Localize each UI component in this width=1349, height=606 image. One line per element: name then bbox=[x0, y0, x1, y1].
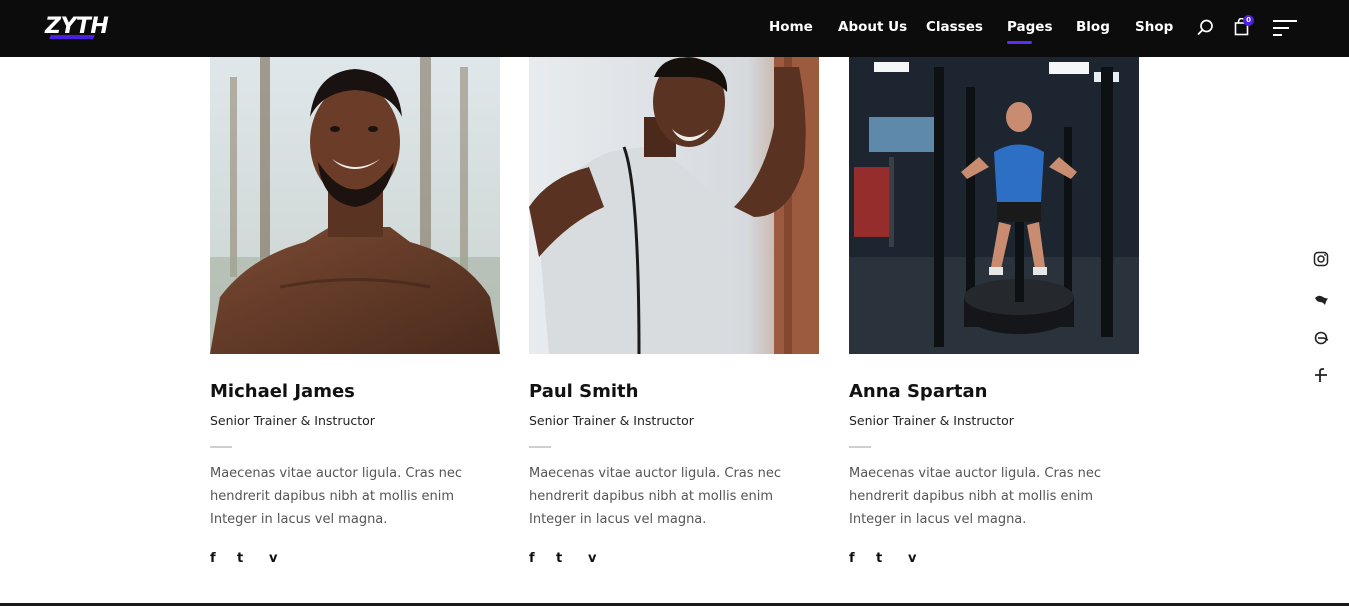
trainer-description: Maecenas vitae auctor ligula. Cras nec h… bbox=[849, 466, 1102, 527]
cart-count-badge: 0 bbox=[1243, 15, 1254, 26]
trainer-photo[interactable] bbox=[849, 57, 1139, 354]
nav-item-classes[interactable]: Classes bbox=[926, 17, 983, 37]
trainer-role: Senior Trainer & Instructor bbox=[210, 413, 375, 428]
trainer-role: Senior Trainer & Instructor bbox=[849, 413, 1014, 428]
search-icon[interactable] bbox=[1197, 19, 1214, 36]
trainer-description: Maecenas vitae auctor ligula. Cras nec h… bbox=[529, 466, 782, 527]
twitter-icon[interactable]: t bbox=[556, 551, 562, 567]
trainer-description: Maecenas vitae auctor ligula. Cras nec h… bbox=[210, 466, 463, 527]
trainer-role: Senior Trainer & Instructor bbox=[529, 413, 694, 428]
trainer-name[interactable]: Anna Spartan bbox=[849, 380, 987, 404]
trainer-photo[interactable] bbox=[210, 57, 500, 354]
menu-icon[interactable] bbox=[1272, 19, 1298, 37]
trainer-photo[interactable] bbox=[529, 57, 819, 354]
nav-item-about-us[interactable]: About Us bbox=[838, 17, 907, 37]
twitter-icon[interactable]: t bbox=[237, 551, 243, 567]
trainer-name[interactable]: Michael James bbox=[210, 380, 355, 404]
facebook-icon[interactable]: f bbox=[210, 551, 216, 567]
facebook-icon[interactable]: f bbox=[849, 551, 855, 567]
nav-item-pages[interactable]: Pages bbox=[1007, 17, 1053, 37]
vimeo-icon[interactable]: v bbox=[588, 551, 596, 567]
site-header: ZYTH Home About Us Classes Pages Blog Sh… bbox=[0, 0, 1349, 57]
divider bbox=[529, 446, 551, 448]
facebook-icon[interactable] bbox=[1313, 368, 1329, 384]
nav-item-shop[interactable]: Shop bbox=[1135, 17, 1173, 37]
twitter-icon[interactable]: t bbox=[876, 551, 882, 567]
instagram-icon[interactable] bbox=[1313, 251, 1329, 267]
facebook-icon[interactable]: f bbox=[529, 551, 535, 567]
divider bbox=[210, 446, 232, 448]
nav-active-indicator bbox=[1007, 41, 1032, 44]
bird-icon[interactable] bbox=[1313, 293, 1329, 309]
nav-item-blog[interactable]: Blog bbox=[1076, 17, 1110, 37]
vimeo-icon[interactable]: v bbox=[908, 551, 916, 567]
divider bbox=[849, 446, 871, 448]
trainer-name[interactable]: Paul Smith bbox=[529, 380, 638, 404]
nav-item-home[interactable]: Home bbox=[769, 17, 813, 37]
vimeo-icon[interactable]: v bbox=[269, 551, 277, 567]
site-logo[interactable]: ZYTH bbox=[45, 13, 109, 41]
at-icon[interactable] bbox=[1313, 330, 1329, 346]
